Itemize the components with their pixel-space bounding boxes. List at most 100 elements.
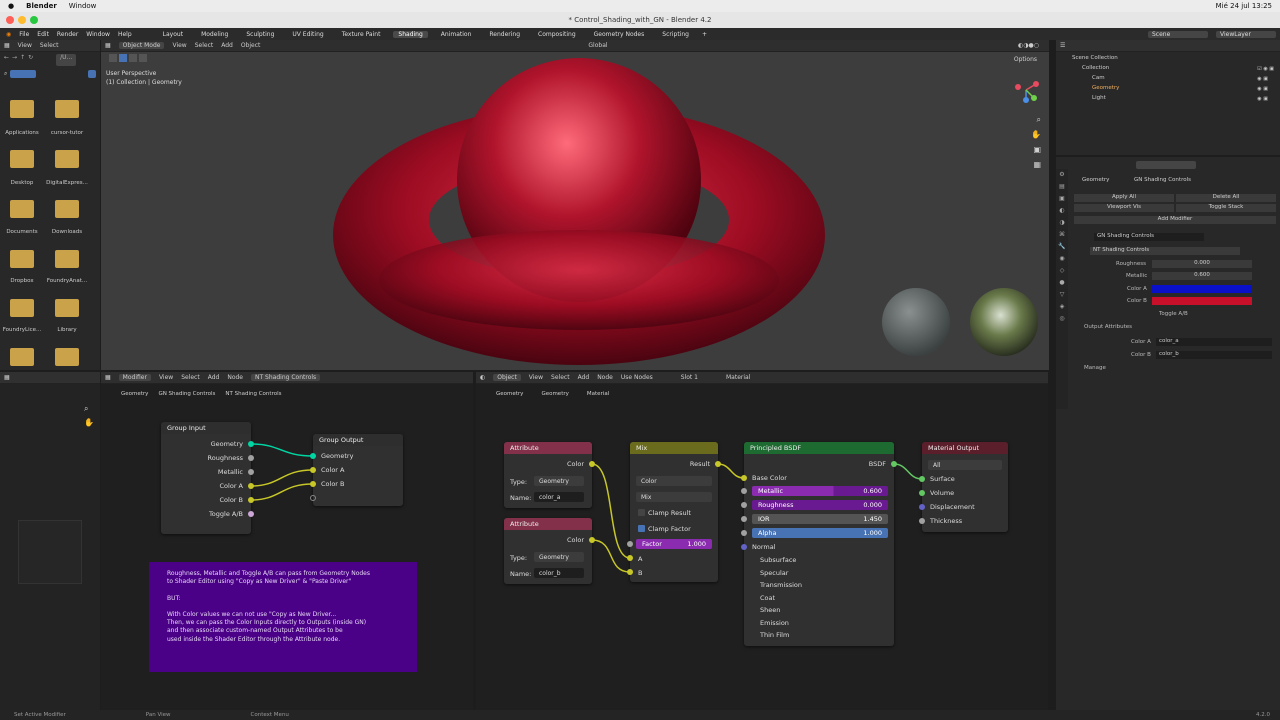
material-output-node[interactable]: Material Output All Surface Volume Displ… [919, 442, 1008, 532]
music-folder-icon[interactable] [55, 348, 79, 366]
zoom-icon[interactable]: ⌕ [1037, 115, 1041, 125]
forward-icon[interactable]: → [12, 54, 17, 66]
refresh-icon[interactable]: ↻ [28, 54, 33, 66]
grid-icon[interactable]: ▦ [1033, 160, 1041, 169]
group-output-node[interactable]: Group Output Geometry Color A Color B [310, 434, 403, 506]
input-socket[interactable] [627, 541, 633, 547]
ior-slider[interactable]: IOR 1.450 [752, 514, 888, 524]
shader-editor[interactable]: ◐ Object View Select Add Node Use Nodes … [476, 372, 1048, 710]
menu-window[interactable]: Window [86, 31, 110, 38]
panel-coat[interactable]: Coat [760, 594, 775, 602]
input-socket[interactable] [919, 504, 925, 510]
output-socket[interactable] [248, 483, 254, 489]
editor-type-icon[interactable]: ◐ [480, 374, 485, 381]
viewport-vis-button[interactable]: Viewport Vis [1074, 204, 1174, 212]
menu-help[interactable]: Help [118, 31, 132, 38]
input-socket[interactable] [310, 453, 316, 459]
output-socket[interactable] [589, 537, 595, 543]
viewlayer-selector[interactable]: ViewLayer [1216, 30, 1276, 38]
geo-select-menu[interactable]: Select [181, 374, 200, 381]
panel-sheen[interactable]: Sheen [760, 606, 780, 614]
attribute-node-a[interactable]: Attribute Color Type: Geometry Name: col… [504, 442, 595, 508]
tab-rendering[interactable]: Rendering [484, 31, 525, 38]
fb-view-menu[interactable]: View [18, 42, 32, 49]
zoom-icon[interactable]: ⌕ [84, 404, 88, 414]
color-a-swatch[interactable] [1152, 285, 1252, 293]
input-socket[interactable] [310, 495, 316, 501]
filter-icon[interactable] [88, 70, 96, 78]
toggle-ab-checkbox[interactable]: Toggle A/B [1159, 311, 1188, 317]
context-select[interactable]: Modifier [118, 374, 151, 381]
tab-compositing[interactable]: Compositing [533, 31, 581, 38]
camera-icon[interactable]: ▣ [1033, 145, 1041, 154]
output-socket[interactable] [589, 461, 595, 467]
output-socket[interactable] [248, 469, 254, 475]
input-socket[interactable] [310, 467, 316, 473]
alpha-slider[interactable]: Alpha 1.000 [752, 528, 888, 538]
blender-logo-icon[interactable]: ◉ [6, 31, 11, 38]
input-socket[interactable] [741, 530, 747, 536]
output-socket[interactable] [248, 455, 254, 461]
menu-edit[interactable]: Edit [37, 31, 49, 38]
out-color-b-field[interactable]: color_b [1156, 351, 1272, 359]
roughness-slider[interactable]: Roughness 0.000 [752, 500, 888, 510]
roughness-field[interactable]: 0.000 [1152, 260, 1252, 268]
pan-icon[interactable]: ✋ [84, 418, 94, 427]
zoom-button[interactable] [30, 16, 38, 24]
minimize-button[interactable] [18, 16, 26, 24]
attr-name-field[interactable]: color_a [534, 492, 584, 502]
outliner-root[interactable]: Scene Collection [1072, 55, 1118, 61]
panel-emission[interactable]: Emission [760, 619, 789, 627]
shader-type-select[interactable]: Object [493, 374, 521, 381]
tab-texture-paint[interactable]: Texture Paint [337, 31, 386, 38]
slot-select[interactable]: Slot 1 [681, 374, 698, 381]
target-select[interactable]: All [928, 460, 1002, 470]
3d-viewport[interactable]: ▦ Object Mode View Select Add Object Glo… [101, 40, 1049, 370]
geo-add-menu[interactable]: Add [208, 374, 220, 381]
attr-name-field[interactable]: color_b [534, 568, 584, 578]
metallic-field[interactable]: 0.600 [1152, 272, 1252, 280]
attr-type-select[interactable]: Geometry [534, 476, 584, 486]
outliner-item-geometry[interactable]: Geometry [1092, 85, 1119, 91]
tab-layout[interactable]: Layout [158, 31, 188, 38]
fb-path[interactable]: /U... [56, 54, 77, 66]
outliner-item-light[interactable]: Light [1092, 95, 1106, 101]
tab-animation[interactable]: Animation [436, 31, 477, 38]
attr-type-select[interactable]: Geometry [534, 552, 584, 562]
input-socket[interactable] [627, 569, 633, 575]
editor-type-icon[interactable]: ▦ [105, 374, 111, 381]
parent-icon[interactable]: ↑ [20, 54, 25, 66]
input-socket[interactable] [741, 475, 747, 481]
mix-blend-select[interactable]: Mix [636, 492, 712, 502]
group-input-node[interactable]: Group Input Geometry Roughness Metallic … [161, 422, 254, 534]
panel-thin-film[interactable]: Thin Film [760, 631, 789, 639]
pan-icon[interactable]: ✋ [1031, 130, 1041, 139]
mix-node[interactable]: Mix Result Color Mix Clamp Result Clamp … [627, 442, 721, 582]
input-socket[interactable] [919, 518, 925, 524]
fb-select-menu[interactable]: Select [40, 42, 59, 49]
output-attributes-panel[interactable]: Output Attributes [1084, 324, 1132, 330]
shader-add-menu[interactable]: Add [578, 374, 590, 381]
output-socket[interactable] [891, 461, 897, 467]
geo-view-menu[interactable]: View [159, 374, 173, 381]
output-socket[interactable] [248, 497, 254, 503]
input-socket[interactable] [741, 516, 747, 522]
apple-icon[interactable]: ● [8, 2, 14, 10]
tab-shading[interactable]: Shading [393, 30, 428, 38]
outliner-item-cam[interactable]: Cam [1092, 75, 1105, 81]
back-icon[interactable]: ← [4, 54, 9, 66]
tab-scripting[interactable]: Scripting [657, 31, 694, 38]
clamp-result-checkbox[interactable] [638, 509, 645, 516]
close-button[interactable] [6, 16, 14, 24]
shader-node-menu[interactable]: Node [597, 374, 613, 381]
output-socket[interactable] [248, 441, 254, 447]
prop-search[interactable] [1136, 161, 1196, 169]
display-mode-icon[interactable] [10, 70, 37, 78]
mix-data-type-select[interactable]: Color [636, 476, 712, 486]
out-color-a-field[interactable]: color_a [1156, 338, 1272, 346]
panel-subsurface[interactable]: Subsurface [760, 556, 796, 564]
factor-slider[interactable]: Factor 1.000 [636, 539, 712, 549]
input-socket[interactable] [741, 502, 747, 508]
node-tree-select[interactable]: NT Shading Controls [251, 374, 321, 381]
visibility-icons[interactable]: ☑ ◉ ▣ ◉ ▣ ◉ ▣ ◉ ▣ [1257, 64, 1274, 104]
